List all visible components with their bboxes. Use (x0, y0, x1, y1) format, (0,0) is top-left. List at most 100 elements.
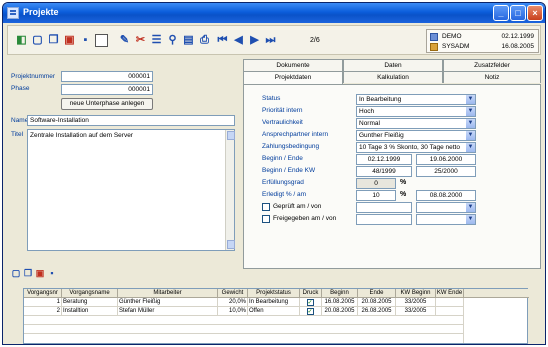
new-subphase-button[interactable]: neue Unterphase anlegen (61, 98, 153, 110)
name-field[interactable]: Software-Installation (27, 115, 235, 126)
grid-cell-mitarbeiter[interactable]: Günther Fleißig (118, 298, 218, 307)
grid-empty-row[interactable] (24, 334, 464, 343)
grid-copy-icon[interactable]: ❐ (23, 268, 33, 279)
grid-cell-projektstatus[interactable]: Offen (248, 307, 300, 316)
chevron-down-icon[interactable]: ▼ (466, 107, 475, 116)
minimize-button[interactable]: _ (493, 5, 509, 21)
grid-new-icon[interactable]: ▢ (11, 268, 21, 279)
druck-checkbox[interactable]: ✓ (306, 308, 314, 315)
grid-empty-row[interactable] (24, 325, 464, 334)
grid-header-kw-ende[interactable]: KW Ende (436, 289, 464, 298)
grid-header-beginn[interactable]: Beginn (322, 289, 358, 298)
erledigt-field[interactable]: 10 (356, 190, 396, 201)
cut-icon[interactable]: ✂ (134, 34, 147, 47)
grid-cell-projektstatus[interactable]: In Bearbeitung (248, 298, 300, 307)
grid-delete-icon[interactable]: ▣ (35, 268, 45, 279)
status-select[interactable]: In Bearbeitung ▼ (356, 94, 476, 105)
grid-header-projektstatus[interactable]: Projektstatus (248, 289, 300, 298)
print-icon[interactable]: ⎙ (198, 34, 211, 47)
chevron-down-icon[interactable]: ▼ (466, 131, 475, 140)
zahlung-select[interactable]: 10 Tage 3 % Skonto, 30 Tage netto ▼ (356, 142, 476, 153)
blank-tool-icon[interactable] (95, 34, 108, 47)
grid-cell-vorgangsname[interactable]: Installtion (62, 307, 118, 316)
vertraulichkeit-select[interactable]: Normal ▼ (356, 118, 476, 129)
grid-header-druck[interactable]: Druck (300, 289, 322, 298)
copy-icon[interactable]: ❐ (47, 34, 60, 47)
phase-field[interactable]: 000001 (61, 84, 153, 95)
ende-kw-field[interactable]: 25/2000 (416, 166, 476, 177)
user-date-1: 02.12.1999 (501, 33, 534, 40)
close-button[interactable]: × (527, 5, 543, 21)
beginn-kw-field[interactable]: 48/1999 (356, 166, 412, 177)
grid-cell-beginn[interactable]: 16.08.2005 (322, 298, 358, 307)
grid-cell-druck[interactable]: ✓ (300, 298, 322, 307)
tab-kalkulation[interactable]: Kalkulation (343, 71, 443, 83)
titel-scrollbar[interactable] (225, 130, 235, 250)
grid-empty-row[interactable] (24, 316, 464, 325)
prioritaet-select[interactable]: Hoch ▼ (356, 106, 476, 117)
grid-header-kw-beginn[interactable]: KW Beginn (396, 289, 436, 298)
geprueft-date-field[interactable] (356, 202, 412, 213)
admin-icon (430, 43, 438, 51)
geprueft-label: Geprüft am / von (273, 203, 322, 210)
grid-cell-vorgangsnr[interactable]: 2 (24, 307, 62, 316)
chevron-down-icon[interactable]: ▼ (466, 95, 475, 104)
preview-icon[interactable]: ▤ (182, 34, 195, 47)
grid-cell-kw-beginn[interactable]: 33/2005 (396, 298, 436, 307)
last-record-icon[interactable]: ⏭ (264, 34, 277, 47)
grid-cell-kw-ende[interactable] (436, 307, 464, 316)
projektnummer-field[interactable]: 000001 (61, 71, 153, 82)
grid-header-ende[interactable]: Ende (358, 289, 396, 298)
freigegeben-by-select[interactable]: ▼ (416, 214, 476, 225)
vertraulichkeit-label: Vertraulichkeit (262, 119, 303, 126)
grid-cell-kw-beginn[interactable]: 33/2005 (396, 307, 436, 316)
grid-cell-mitarbeiter[interactable]: Stefan Müller (118, 307, 218, 316)
delete-icon[interactable]: ▣ (63, 34, 76, 47)
geprueft-by-select[interactable]: ▼ (416, 202, 476, 213)
freigegeben-date-field[interactable] (356, 214, 412, 225)
tab-daten[interactable]: Daten (343, 59, 443, 71)
grid-cell-druck[interactable]: ✓ (300, 307, 322, 316)
grid-cell-kw-ende[interactable] (436, 298, 464, 307)
grid-cell-beginn[interactable]: 20.08.2005 (322, 307, 358, 316)
search-icon[interactable]: ⚲ (166, 34, 179, 47)
geprueft-checkbox[interactable] (262, 203, 270, 211)
grid-header-mitarbeiter[interactable]: Mitarbeiter (118, 289, 218, 298)
user-icon (430, 33, 438, 41)
projektdaten-panel: Status In Bearbeitung ▼ Priorität intern … (243, 84, 541, 269)
tab-projektdaten[interactable]: Projektdaten (243, 71, 343, 84)
grid-header-vorgangsnr[interactable]: Vorgangsnr (24, 289, 62, 298)
list-icon[interactable]: ☰ (150, 34, 163, 47)
titel-textarea[interactable]: Zentrale Installation auf dem Server (27, 129, 235, 251)
tab-notiz[interactable]: Notiz (443, 71, 541, 83)
grid-cell-gewicht[interactable]: 10,0% (218, 307, 248, 316)
grid-header-gewicht[interactable]: Gewicht (218, 289, 248, 298)
edit-icon[interactable]: ✎ (118, 34, 131, 47)
previous-record-icon[interactable]: ◀ (232, 34, 245, 47)
tab-zusatzfelder[interactable]: Zusatzfelder (443, 59, 541, 71)
freigegeben-checkbox[interactable] (262, 215, 270, 223)
grid-header-vorgangsname[interactable]: Vorgangsname (62, 289, 118, 298)
grid-cell-ende[interactable]: 26.08.2005 (358, 307, 396, 316)
grid-save-icon[interactable]: ▪ (47, 268, 57, 279)
chevron-down-icon[interactable]: ▼ (466, 143, 475, 152)
ansprechpartner-select[interactable]: Gunther Fleißig ▼ (356, 130, 476, 141)
chevron-down-icon[interactable]: ▼ (466, 215, 475, 224)
home-icon[interactable]: ◧ (15, 34, 28, 47)
first-record-icon[interactable]: ⏮ (216, 34, 229, 47)
grid-cell-vorgangsname[interactable]: Beratung (62, 298, 118, 307)
new-document-icon[interactable]: ▢ (31, 34, 44, 47)
grid-cell-ende[interactable]: 20.08.2005 (358, 298, 396, 307)
druck-checkbox[interactable]: ✓ (306, 299, 314, 306)
maximize-button[interactable]: □ (510, 5, 526, 21)
next-record-icon[interactable]: ▶ (248, 34, 261, 47)
grid-cell-vorgangsnr[interactable]: 1 (24, 298, 62, 307)
beginn-field[interactable]: 02.12.1999 (356, 154, 412, 165)
ende-field[interactable]: 19.06.2000 (416, 154, 476, 165)
erledigt-date-field[interactable]: 08.08.2000 (416, 190, 476, 201)
grid-cell-gewicht[interactable]: 20,0% (218, 298, 248, 307)
chevron-down-icon[interactable]: ▼ (466, 119, 475, 128)
tab-dokumente[interactable]: Dokumente (243, 59, 343, 71)
chevron-down-icon[interactable]: ▼ (466, 203, 475, 212)
save-icon[interactable]: ▪ (79, 34, 92, 47)
